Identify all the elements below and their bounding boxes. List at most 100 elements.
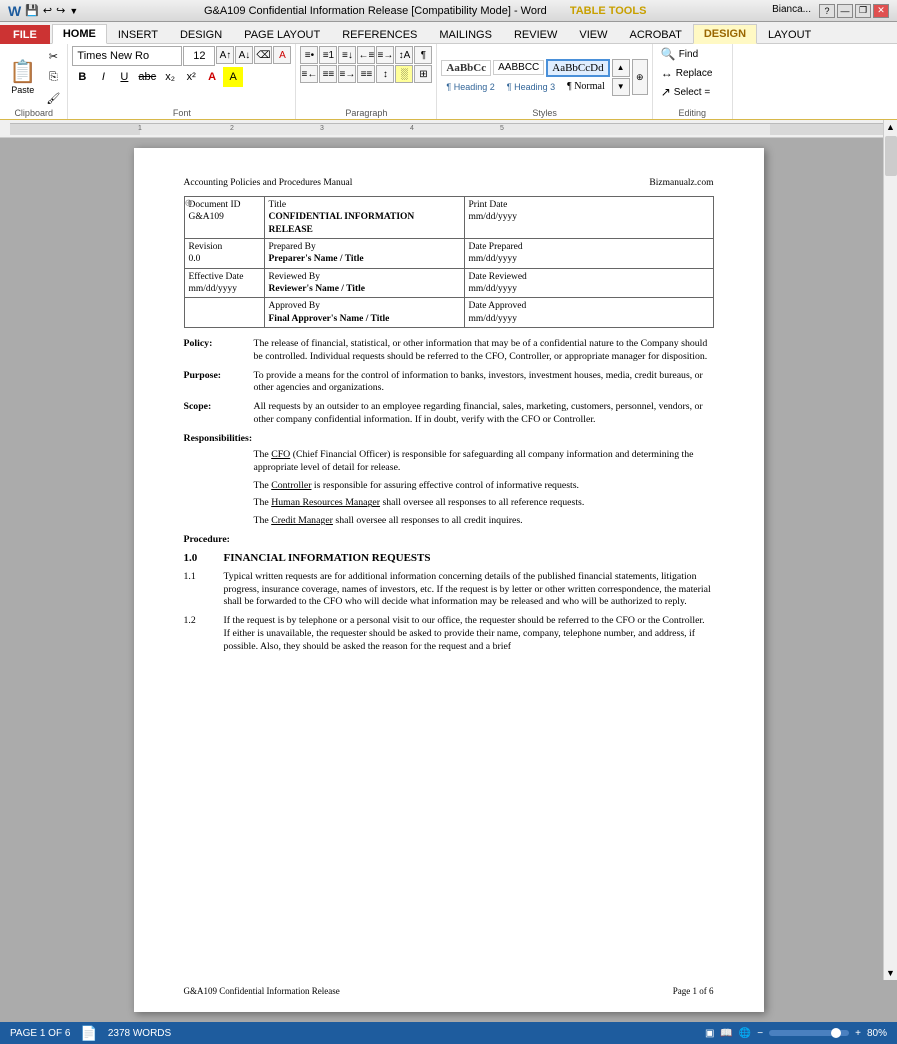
tab-design[interactable]: DESIGN	[169, 25, 233, 44]
format-painter-button[interactable]: 🖌	[43, 88, 63, 108]
quick-access-save[interactable]: 💾	[25, 4, 39, 17]
footer-left: G&A109 Confidential Information Release	[184, 986, 340, 996]
align-center-button[interactable]: ≡≡	[319, 65, 337, 83]
line-spacing-button[interactable]: ↕	[376, 65, 394, 83]
home-ribbon: 📋 Paste ✂ ⎘ 🖌 Clipboard A↑ A↓ ⌫ A	[0, 44, 897, 120]
tab-page-layout[interactable]: PAGE LAYOUT	[233, 25, 331, 44]
subscript-button[interactable]: x₂	[160, 67, 180, 87]
tab-view[interactable]: VIEW	[568, 25, 618, 44]
clear-format-button[interactable]: ⌫	[254, 46, 272, 64]
bullets-button[interactable]: ≡•	[300, 46, 318, 64]
view-read-icon[interactable]: 📖	[720, 1028, 732, 1039]
resp1-underline: CFO	[271, 449, 290, 460]
restore-button[interactable]: ❐	[855, 4, 871, 18]
zoom-slider[interactable]	[769, 1030, 849, 1036]
styles-scroll-down[interactable]: ▼	[612, 78, 630, 96]
tab-references[interactable]: REFERENCES	[331, 25, 428, 44]
tab-mailings[interactable]: MAILINGS	[428, 25, 503, 44]
approved-by-cell: Approved By Final Approver's Name / Titl…	[264, 298, 464, 328]
italic-button[interactable]: I	[93, 67, 113, 87]
tab-acrobat[interactable]: ACROBAT	[618, 25, 692, 44]
font-group: A↑ A↓ ⌫ A B I U abc x₂ x² A A Font	[68, 44, 296, 119]
ruler: 1 2 3 4 5	[0, 120, 897, 138]
title-value: CONFIDENTIAL INFORMATION RELEASE	[269, 211, 460, 236]
style-aabbccdd[interactable]: AaBbCcDd	[546, 59, 609, 77]
font-shrink-button[interactable]: A↓	[235, 46, 253, 64]
view-web-icon[interactable]: 🌐	[739, 1028, 751, 1039]
quick-access-undo[interactable]: ↩	[43, 4, 52, 17]
font-name-input[interactable]	[72, 46, 182, 66]
superscript-button[interactable]: x²	[181, 67, 201, 87]
date-prepared-value: mm/dd/yyyy	[469, 253, 709, 265]
quick-access-more[interactable]: ▼	[69, 6, 78, 16]
zoom-out-button[interactable]: −	[757, 1028, 763, 1039]
show-hide-button[interactable]: ¶	[414, 46, 432, 64]
style-aabbcc[interactable]: AaBbCc	[441, 60, 491, 76]
date-prepared-label: Date Prepared	[469, 241, 709, 253]
scrollbar-vertical[interactable]: ▲ ▼	[883, 138, 897, 980]
select-button[interactable]: ↗ Select =	[657, 84, 714, 101]
table-tools-label: TABLE TOOLS	[570, 5, 647, 17]
tab-insert[interactable]: INSERT	[107, 25, 169, 44]
replace-button[interactable]: ↔ Replace	[657, 65, 717, 82]
view-normal-icon[interactable]: ▣	[705, 1028, 714, 1039]
replace-icon: ↔	[661, 66, 673, 81]
style-heading2[interactable]: ¶ Heading 2	[441, 80, 499, 94]
strikethrough-button[interactable]: abc	[135, 67, 159, 87]
section11-num: 1.1	[184, 571, 224, 609]
align-right-button[interactable]: ≡→	[338, 65, 356, 83]
tab-layout[interactable]: LAYOUT	[757, 25, 822, 44]
zoom-level: 80%	[867, 1028, 887, 1039]
tab-file[interactable]: FILE	[0, 25, 50, 44]
reviewed-by-label: Reviewed By	[269, 271, 460, 283]
title-bar: W 💾 ↩ ↪ ▼ G&A109 Confidential Informatio…	[0, 0, 897, 22]
sort-button[interactable]: ↕A	[395, 46, 413, 64]
word-count: 2378 WORDS	[108, 1028, 171, 1039]
zoom-in-button[interactable]: +	[855, 1028, 861, 1039]
font-size-input[interactable]	[183, 46, 215, 66]
find-button[interactable]: 🔍 Find	[657, 46, 702, 63]
cut-button[interactable]: ✂	[43, 46, 63, 66]
minimize-button[interactable]: —	[837, 4, 853, 18]
align-left-button[interactable]: ≡←	[300, 65, 318, 83]
close-button[interactable]: ✕	[873, 4, 889, 18]
empty-cell	[184, 298, 264, 328]
tab-design2[interactable]: DESIGN	[693, 24, 757, 44]
help-button[interactable]: ?	[819, 4, 835, 18]
style-normal[interactable]: ¶ Normal	[562, 79, 610, 94]
reviewed-by-value: Reviewer's Name / Title	[269, 283, 460, 295]
zoom-thumb	[831, 1028, 841, 1038]
date-prepared-cell: Date Prepared mm/dd/yyyy	[464, 239, 713, 269]
shading-button[interactable]: ░	[395, 65, 413, 83]
numbering-button[interactable]: ≡1	[319, 46, 337, 64]
paste-button[interactable]: 📋 Paste	[4, 56, 41, 98]
style-heading3[interactable]: ¶ Heading 3	[502, 80, 560, 94]
table-expand-icon[interactable]: ⊕	[185, 198, 193, 209]
text-color-button[interactable]: A	[202, 67, 222, 87]
section1-num: 1.0	[184, 551, 224, 565]
justify-button[interactable]: ≡≡	[357, 65, 375, 83]
highlight-button[interactable]: A	[223, 67, 243, 87]
borders-button[interactable]: ⊞	[414, 65, 432, 83]
decrease-indent-button[interactable]: ←≡	[357, 46, 375, 64]
styles-scroll-up[interactable]: ▲	[612, 59, 630, 77]
styles-row2: ¶ Heading 2 ¶ Heading 3 ¶ Normal ▼	[441, 78, 629, 96]
bold-button[interactable]: B	[72, 67, 92, 87]
tab-home[interactable]: HOME	[52, 24, 107, 44]
word-icon: W	[8, 3, 21, 19]
multilevel-button[interactable]: ≡↓	[338, 46, 356, 64]
text-effects-button[interactable]: A	[273, 46, 291, 64]
font-group-body: A↑ A↓ ⌫ A B I U abc x₂ x² A A	[72, 46, 291, 108]
purpose-text: To provide a means for the control of in…	[254, 370, 714, 395]
scroll-down-button[interactable]: ▼	[886, 968, 895, 978]
scroll-thumb[interactable]	[885, 138, 897, 176]
quick-access-redo[interactable]: ↪	[56, 4, 65, 17]
increase-indent-button[interactable]: ≡→	[376, 46, 394, 64]
copy-button[interactable]: ⎘	[43, 67, 63, 87]
style-aabbcc2[interactable]: AABBCC	[493, 60, 544, 75]
styles-expand[interactable]: ⊕	[632, 59, 648, 95]
tab-review[interactable]: REVIEW	[503, 25, 568, 44]
underline-button[interactable]: U	[114, 67, 134, 87]
font-grow-button[interactable]: A↑	[216, 46, 234, 64]
clipboard-group-body: 📋 Paste ✂ ⎘ 🖌	[4, 46, 63, 108]
